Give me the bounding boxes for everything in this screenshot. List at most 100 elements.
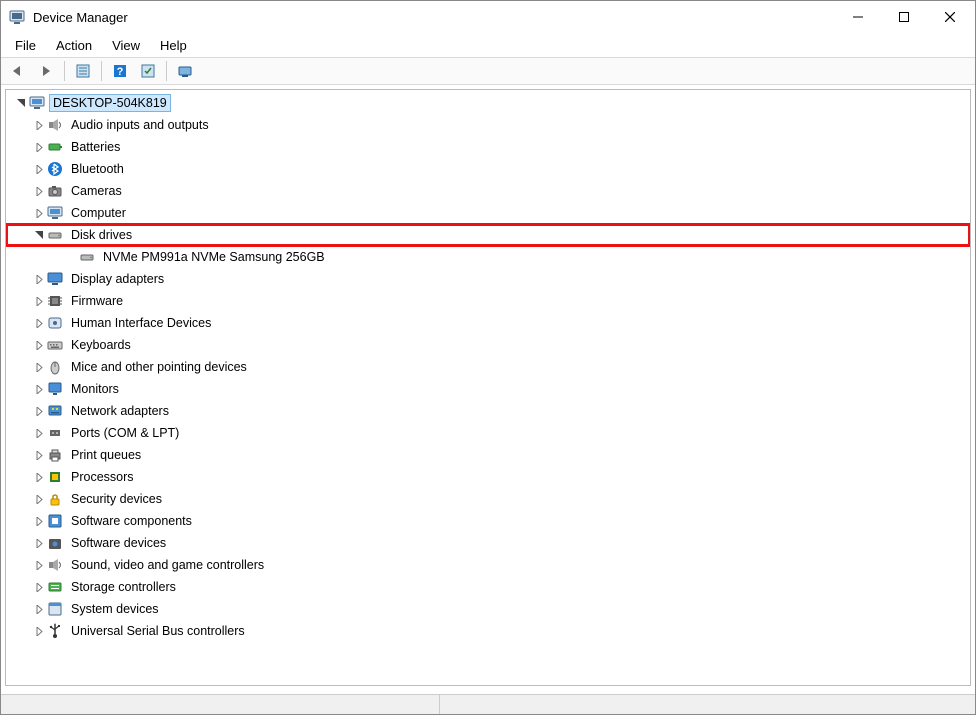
bluetooth-icon xyxy=(46,160,64,178)
category-mice[interactable]: Mice and other pointing devices xyxy=(6,356,970,378)
software-icon xyxy=(46,534,64,552)
category-label: Ports (COM & LPT) xyxy=(68,425,182,441)
category-batteries[interactable]: Batteries xyxy=(6,136,970,158)
system-icon xyxy=(46,600,64,618)
chevron-right-icon[interactable] xyxy=(32,514,46,528)
chevron-right-icon[interactable] xyxy=(32,382,46,396)
category-label: Software components xyxy=(68,513,195,529)
toolbar-separator xyxy=(64,61,65,81)
tree-root[interactable]: DESKTOP-504K819 xyxy=(6,92,970,114)
menu-view[interactable]: View xyxy=(102,33,150,57)
chevron-right-icon[interactable] xyxy=(32,426,46,440)
chevron-right-icon[interactable] xyxy=(32,448,46,462)
menu-action[interactable]: Action xyxy=(46,33,102,57)
category-display-adapters[interactable]: Display adapters xyxy=(6,268,970,290)
category-hid[interactable]: Human Interface Devices xyxy=(6,312,970,334)
usb-icon xyxy=(46,622,64,640)
chevron-down-icon[interactable] xyxy=(14,96,28,110)
sound-icon xyxy=(46,556,64,574)
chevron-right-icon[interactable] xyxy=(32,536,46,550)
chevron-right-icon[interactable] xyxy=(32,558,46,572)
network-icon xyxy=(46,402,64,420)
lock-icon xyxy=(46,490,64,508)
chevron-right-icon[interactable] xyxy=(32,470,46,484)
app-icon xyxy=(9,9,25,25)
show-hidden-button[interactable] xyxy=(172,60,198,82)
mouse-icon xyxy=(46,358,64,376)
chevron-right-icon[interactable] xyxy=(32,316,46,330)
chevron-right-icon[interactable] xyxy=(32,140,46,154)
category-label: Computer xyxy=(68,205,129,221)
category-computer[interactable]: Computer xyxy=(6,202,970,224)
window-title: Device Manager xyxy=(33,10,128,25)
category-label: Bluetooth xyxy=(68,161,127,177)
category-label: Print queues xyxy=(68,447,144,463)
properties-button[interactable] xyxy=(70,60,96,82)
back-button[interactable] xyxy=(5,60,31,82)
category-network[interactable]: Network adapters xyxy=(6,400,970,422)
category-label: Batteries xyxy=(68,139,123,155)
maximize-button[interactable] xyxy=(881,2,927,32)
chevron-right-icon[interactable] xyxy=(32,580,46,594)
category-software-devices[interactable]: Software devices xyxy=(6,532,970,554)
keyboard-icon xyxy=(46,336,64,354)
battery-icon xyxy=(46,138,64,156)
category-firmware[interactable]: Firmware xyxy=(6,290,970,312)
category-ports[interactable]: Ports (COM & LPT) xyxy=(6,422,970,444)
hid-icon xyxy=(46,314,64,332)
chevron-right-icon[interactable] xyxy=(32,404,46,418)
category-label: Mice and other pointing devices xyxy=(68,359,250,375)
category-label: Cameras xyxy=(68,183,125,199)
chevron-right-icon[interactable] xyxy=(32,162,46,176)
help-button[interactable]: ? xyxy=(107,60,133,82)
chevron-right-icon[interactable] xyxy=(32,492,46,506)
chevron-right-icon[interactable] xyxy=(32,118,46,132)
menu-help[interactable]: Help xyxy=(150,33,197,57)
category-label: Audio inputs and outputs xyxy=(68,117,212,133)
device-tree: DESKTOP-504K819 Audio inputs and outputs B… xyxy=(6,90,970,648)
category-label: Security devices xyxy=(68,491,165,507)
chevron-right-icon[interactable] xyxy=(32,184,46,198)
category-disk-drives[interactable]: Disk drives xyxy=(6,224,970,246)
category-label: System devices xyxy=(68,601,162,617)
category-cameras[interactable]: Cameras xyxy=(6,180,970,202)
category-label: Storage controllers xyxy=(68,579,179,595)
chevron-right-icon[interactable] xyxy=(32,602,46,616)
chevron-right-icon[interactable] xyxy=(32,294,46,308)
menu-file[interactable]: File xyxy=(5,33,46,57)
category-security[interactable]: Security devices xyxy=(6,488,970,510)
toolbar-separator xyxy=(166,61,167,81)
svg-text:?: ? xyxy=(117,66,124,78)
scan-button[interactable] xyxy=(135,60,161,82)
camera-icon xyxy=(46,182,64,200)
chevron-right-icon[interactable] xyxy=(32,272,46,286)
component-icon xyxy=(46,512,64,530)
device-tree-container[interactable]: DESKTOP-504K819 Audio inputs and outputs B… xyxy=(5,89,971,686)
category-software-components[interactable]: Software components xyxy=(6,510,970,532)
chevron-right-icon[interactable] xyxy=(32,206,46,220)
chevron-right-icon[interactable] xyxy=(32,624,46,638)
category-bluetooth[interactable]: Bluetooth xyxy=(6,158,970,180)
category-system-devices[interactable]: System devices xyxy=(6,598,970,620)
speaker-icon xyxy=(46,116,64,134)
storage-icon xyxy=(46,578,64,596)
category-processors[interactable]: Processors xyxy=(6,466,970,488)
category-print-queues[interactable]: Print queues xyxy=(6,444,970,466)
category-usb[interactable]: Universal Serial Bus controllers xyxy=(6,620,970,642)
minimize-button[interactable] xyxy=(835,2,881,32)
category-sound[interactable]: Sound, video and game controllers xyxy=(6,554,970,576)
category-label: Network adapters xyxy=(68,403,172,419)
device-nvme[interactable]: NVMe PM991a NVMe Samsung 256GB xyxy=(6,246,970,268)
close-button[interactable] xyxy=(927,2,973,32)
forward-button[interactable] xyxy=(33,60,59,82)
category-label: Sound, video and game controllers xyxy=(68,557,267,573)
chevron-down-icon[interactable] xyxy=(32,228,46,242)
display-icon xyxy=(46,270,64,288)
category-audio[interactable]: Audio inputs and outputs xyxy=(6,114,970,136)
port-icon xyxy=(46,424,64,442)
category-storage-controllers[interactable]: Storage controllers xyxy=(6,576,970,598)
category-keyboards[interactable]: Keyboards xyxy=(6,334,970,356)
chevron-right-icon[interactable] xyxy=(32,338,46,352)
chevron-right-icon[interactable] xyxy=(32,360,46,374)
category-monitors[interactable]: Monitors xyxy=(6,378,970,400)
